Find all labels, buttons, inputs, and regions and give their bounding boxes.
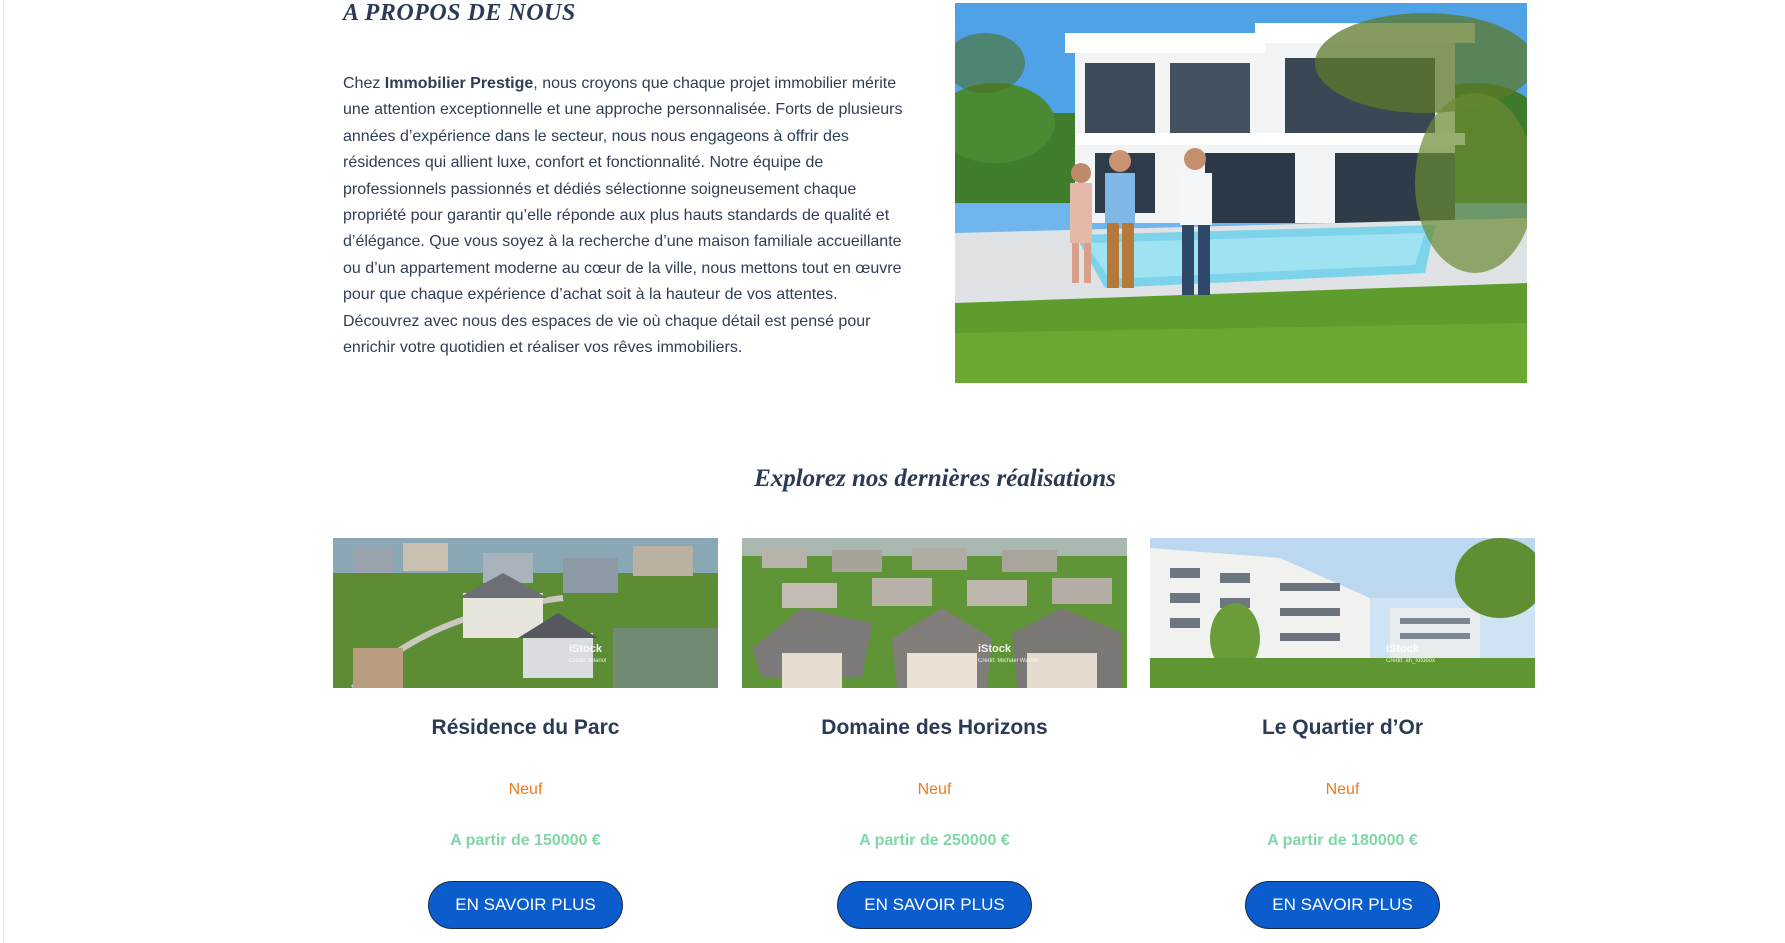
card-photo: iStock Credit: Michael Warren bbox=[742, 538, 1127, 688]
about-text: Chez Immobilier Prestige, nous croyons q… bbox=[343, 71, 908, 361]
card-title: Résidence du Parc bbox=[431, 716, 620, 739]
card-title: Domaine des Horizons bbox=[821, 716, 1048, 739]
about-intro-body: , nous croyons que chaque projet immobil… bbox=[343, 75, 903, 357]
card-title: Le Quartier d’Or bbox=[1261, 716, 1424, 739]
card-price: A partir de 250000 € bbox=[859, 832, 1010, 849]
istock-watermark: iStock bbox=[978, 643, 1012, 655]
card-status: Neuf bbox=[1325, 781, 1360, 798]
card-price: A partir de 150000 € bbox=[450, 832, 601, 849]
card-photo: iStock Credit: ah_fotobox bbox=[1150, 538, 1535, 688]
brand-name: Immobilier Prestige bbox=[384, 75, 534, 92]
card-status: Neuf bbox=[508, 781, 543, 798]
en-savoir-plus-button[interactable]: EN SAVOIR PLUS bbox=[428, 881, 623, 929]
istock-watermark: iStock bbox=[569, 643, 603, 655]
photo-credit: Credit: ah_fotobox bbox=[1386, 658, 1435, 664]
about-photo bbox=[955, 3, 1527, 383]
card-status: Neuf bbox=[917, 781, 952, 798]
istock-watermark: iStock bbox=[1386, 643, 1420, 655]
card-photo: iStock Credit: Bilanol bbox=[333, 538, 718, 688]
realisation-card-domaine-des-horizons: iStock Credit: Michael Warren Domaine de… bbox=[742, 538, 1127, 943]
realisations-title: Explorez nos dernières réalisations bbox=[754, 465, 1116, 492]
en-savoir-plus-button[interactable]: EN SAVOIR PLUS bbox=[1245, 881, 1440, 929]
about-title: A PROPOS DE NOUS bbox=[343, 0, 576, 26]
photo-credit: Credit: Michael Warren bbox=[978, 658, 1039, 664]
photo-credit: Credit: Bilanol bbox=[569, 658, 606, 664]
about-intro-prefix: Chez bbox=[343, 75, 385, 92]
realisation-card-residence-du-parc: iStock Credit: Bilanol Résidence du Parc… bbox=[333, 538, 718, 943]
realisation-card-le-quartier-dor: iStock Credit: ah_fotobox Le Quartier d’… bbox=[1150, 538, 1535, 943]
en-savoir-plus-button[interactable]: EN SAVOIR PLUS bbox=[837, 881, 1032, 929]
page: A PROPOS DE NOUS Chez Immobilier Prestig… bbox=[0, 0, 1785, 943]
card-price: A partir de 180000 € bbox=[1267, 832, 1418, 849]
